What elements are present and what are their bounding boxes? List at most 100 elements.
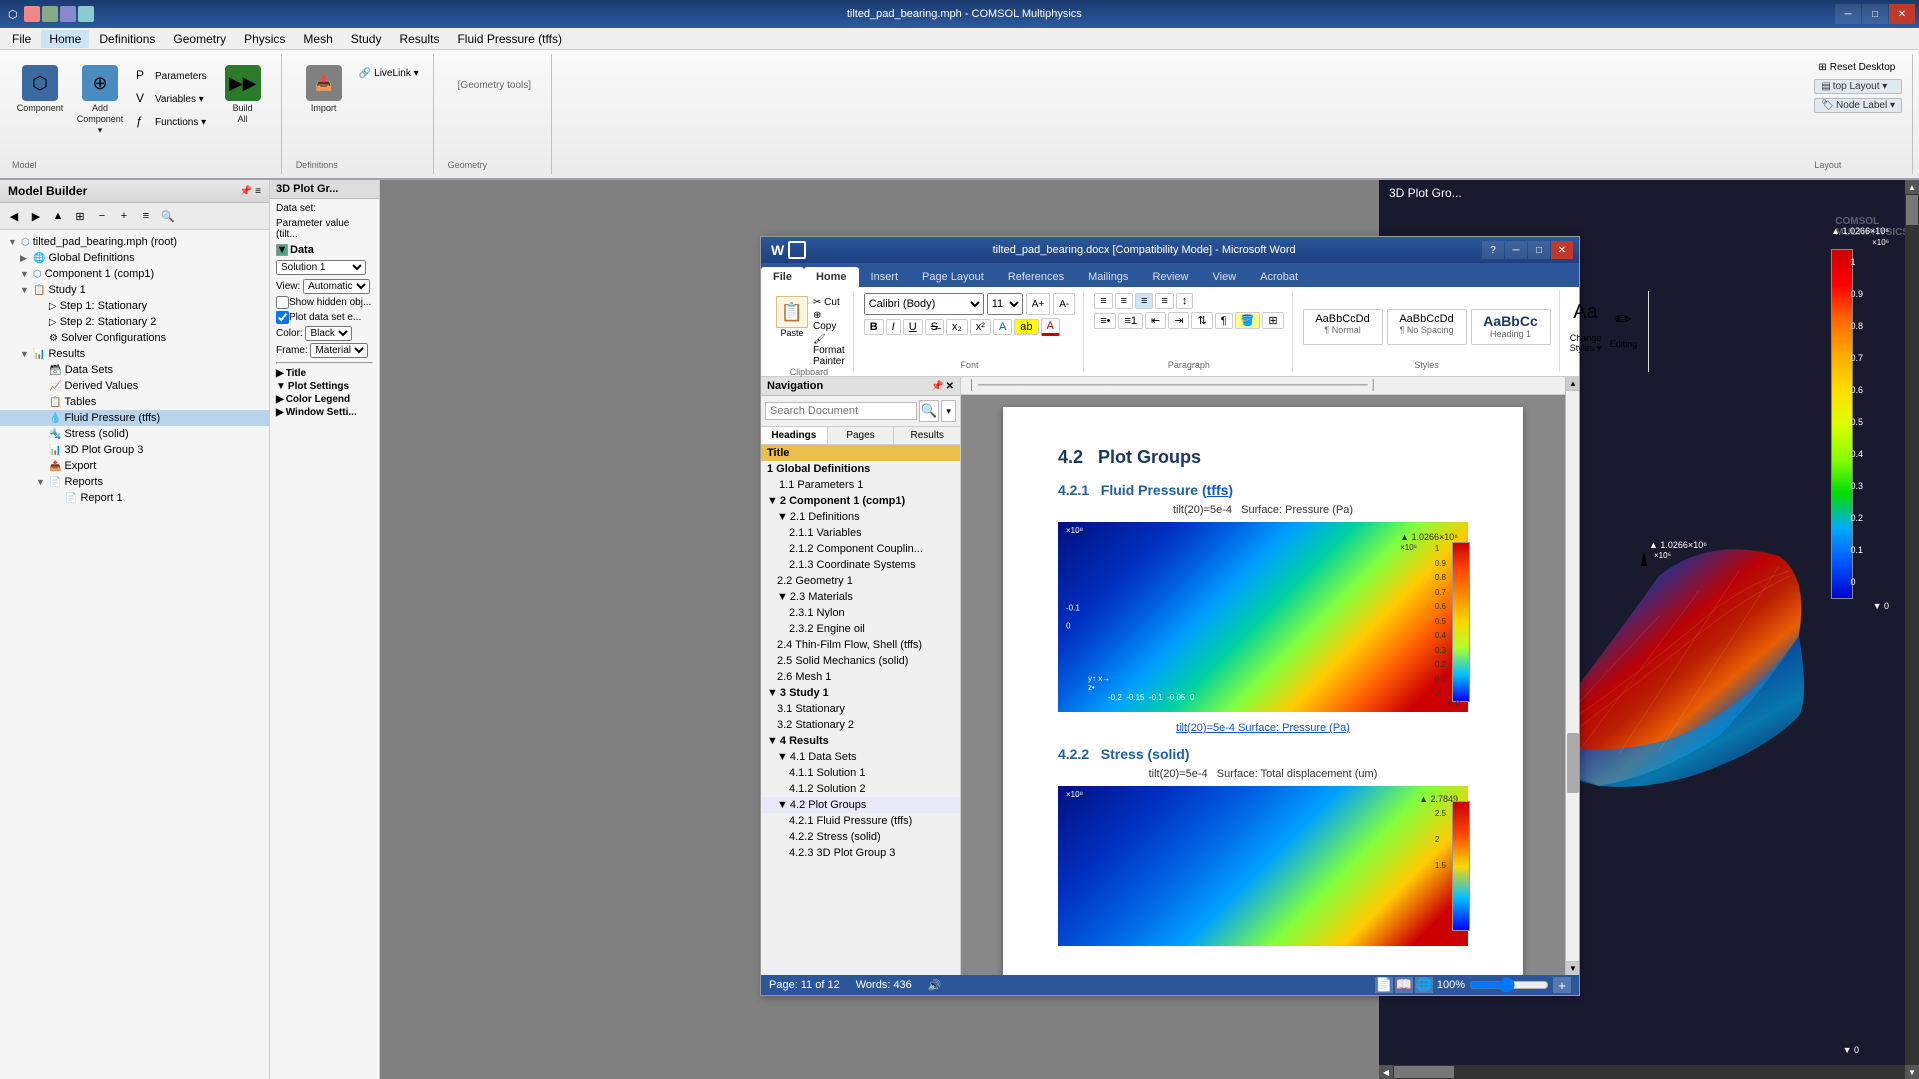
word-tab-page-layout[interactable]: Page Layout (910, 267, 996, 287)
word-tab-review[interactable]: Review (1140, 267, 1200, 287)
tree-3d-group3[interactable]: 📊 3D Plot Group 3 (0, 442, 269, 458)
node-label-dropdown[interactable]: 🏷 Node Label ▾ (1814, 98, 1902, 113)
word-tab-mailings[interactable]: Mailings (1076, 267, 1140, 287)
layout-btn[interactable]: ⊞ (70, 206, 90, 226)
import-btn[interactable]: 📥 Import (296, 60, 352, 119)
copy-btn[interactable]: ⊕ Copy (813, 310, 845, 332)
expand-btn[interactable]: + (114, 206, 134, 226)
subscript-btn[interactable]: x₂ (946, 319, 968, 335)
tree-stress[interactable]: 🔩 Stress (solid) (0, 426, 269, 442)
style-h1-btn[interactable]: AaBbCc Heading 1 (1471, 309, 1551, 345)
nav-search-btn[interactable]: 🔍 (919, 400, 939, 422)
view-select[interactable]: Automatic (303, 279, 370, 294)
zoom-in-btn[interactable]: + (1553, 977, 1571, 993)
nav-item-2-1-3[interactable]: 2.1.3 Coordinate Systems (761, 557, 960, 573)
menu-home[interactable]: Home (41, 30, 89, 48)
word-help-btn[interactable]: ? (1482, 241, 1504, 259)
comsol-hscroll-thumb[interactable] (1394, 1066, 1454, 1078)
plot-settings-section[interactable]: ▼ Plot Settings (276, 381, 373, 392)
comsol-scroll-left[interactable]: ◀ (1379, 1065, 1393, 1079)
nav-panel-close[interactable]: ✕ (946, 381, 954, 392)
menu-file[interactable]: File (4, 30, 39, 48)
pin-icon[interactable]: 📌 (240, 186, 252, 197)
shading-btn[interactable]: 🪣 (1235, 312, 1261, 329)
nav-tab-results[interactable]: Results (894, 427, 960, 444)
collapse-btn[interactable]: − (92, 206, 112, 226)
tree-datasets[interactable]: 🗃 Data Sets (0, 362, 269, 378)
restore-icon[interactable] (788, 241, 806, 259)
align-left-btn[interactable]: ≡ (1094, 293, 1112, 309)
tree-tables[interactable]: 📋 Tables (0, 394, 269, 410)
nav-item-2-3-1[interactable]: 2.3.1 Nylon (761, 605, 960, 621)
panel-menu-icon[interactable]: ≡ (255, 186, 261, 197)
parameters-btn[interactable]: P Parameters (132, 66, 211, 86)
top-layout-dropdown[interactable]: ▤ top Layout ▾ (1814, 79, 1902, 94)
borders-btn[interactable]: ⊞ (1262, 312, 1283, 329)
tree-global-defs[interactable]: ▶ 🌐 Global Definitions (0, 250, 269, 266)
word-tab-references[interactable]: References (996, 267, 1076, 287)
word-tab-insert[interactable]: Insert (859, 267, 911, 287)
add-component-btn[interactable]: ⊕ AddComponent ▾ (72, 60, 128, 140)
dataset-select[interactable]: Solution 1 (276, 260, 366, 275)
menu-fluid-pressure[interactable]: Fluid Pressure (tffs) (449, 30, 569, 48)
tree-derived[interactable]: 📈 Derived Values (0, 378, 269, 394)
nav-item-4-1-1[interactable]: 4.1.1 Solution 1 (761, 765, 960, 781)
highlight-btn[interactable]: ab (1014, 319, 1038, 335)
word-tab-acrobat[interactable]: Acrobat (1248, 267, 1310, 287)
tffs-link[interactable]: tffs (1207, 482, 1229, 498)
nav-item-2-3[interactable]: ▼2.3 Materials (761, 589, 960, 605)
indent-decrease-btn[interactable]: ⇤ (1145, 312, 1166, 329)
nav-item-3-2[interactable]: 3.2 Stationary 2 (761, 717, 960, 733)
align-center-btn[interactable]: ≡ (1115, 293, 1133, 309)
nav-item-2-4[interactable]: 2.4 Thin-Film Flow, Shell (tffs) (761, 637, 960, 653)
editing-btn[interactable]: ✏ Editing (1608, 307, 1640, 349)
underline-btn[interactable]: U (903, 319, 923, 335)
font-size-select[interactable]: 11 (987, 293, 1023, 315)
superscript-btn[interactable]: x² (970, 319, 991, 335)
word-tab-file[interactable]: File (761, 267, 804, 287)
up-btn[interactable]: ▲ (48, 206, 68, 226)
sort-btn[interactable]: ⇅ (1191, 312, 1212, 329)
nav-item-2-2[interactable]: 2.2 Geometry 1 (761, 573, 960, 589)
comsol-scrollbar[interactable]: ▲ ▼ (1905, 180, 1919, 1079)
nav-item-2-1-2[interactable]: 2.1.2 Component Couplin... (761, 541, 960, 557)
plot-dataset-check[interactable] (276, 311, 289, 324)
nav-search-menu[interactable]: ▾ (941, 400, 956, 422)
bold-btn[interactable]: B (864, 319, 884, 335)
change-styles-btn[interactable]: Aa ChangeStyles ▾ (1570, 301, 1602, 354)
document-scroll[interactable]: 4.2 Plot Groups 4.2.1 Fluid Pressure (tf… (961, 395, 1565, 975)
sort-btn[interactable]: ≡ (136, 206, 156, 226)
menu-geometry[interactable]: Geometry (165, 30, 234, 48)
zoom-slider[interactable] (1469, 979, 1549, 991)
font-shrink-btn[interactable]: A- (1053, 293, 1075, 315)
tree-root[interactable]: ▼ ⬡ tilted_pad_bearing.mph (root) (0, 234, 269, 250)
nav-item-3[interactable]: ▼3 Study 1 (761, 685, 960, 701)
component-btn[interactable]: ⬡ Component (12, 60, 68, 119)
font-color-btn[interactable]: A (1041, 318, 1060, 336)
nav-search-input[interactable] (765, 402, 917, 420)
forward-btn[interactable]: ▶ (26, 206, 46, 226)
tree-step2[interactable]: ▷ Step 2: Stationary 2 (0, 314, 269, 330)
maximize-btn[interactable]: □ (1862, 4, 1888, 24)
scroll-track[interactable] (1566, 391, 1579, 961)
nav-item-1[interactable]: 1 Global Definitions (761, 461, 960, 477)
italic-btn[interactable]: I (886, 319, 901, 335)
font-grow-btn[interactable]: A+ (1026, 293, 1051, 315)
word-tab-home[interactable]: Home (804, 267, 859, 287)
nav-item-2-1[interactable]: ▼2.1 Definitions (761, 509, 960, 525)
functions-btn[interactable]: ƒ Functions ▾ (132, 112, 211, 132)
numbering-btn[interactable]: ≡1 (1118, 313, 1143, 329)
tree-results[interactable]: ▼ 📊 Results (0, 346, 269, 362)
paste-btn[interactable]: 📋 Paste (773, 293, 811, 341)
back-btn[interactable]: ◀ (4, 206, 24, 226)
build-all-btn[interactable]: ▶▶ BuildAll (215, 60, 271, 130)
frame-select[interactable]: Material (310, 343, 368, 358)
comsol-scroll-thumb[interactable] (1906, 195, 1918, 225)
nav-item-1-1[interactable]: 1.1 Parameters 1 (761, 477, 960, 493)
nav-item-3-1[interactable]: 3.1 Stationary (761, 701, 960, 717)
show-marks-btn[interactable]: ¶ (1215, 313, 1233, 329)
font-family-select[interactable]: Calibri (Body) (864, 293, 984, 315)
comsol-scroll-up[interactable]: ▲ (1905, 180, 1919, 194)
color-legend-section[interactable]: ▶ Color Legend (276, 394, 373, 405)
comsol-scroll-track[interactable] (1905, 194, 1919, 1065)
